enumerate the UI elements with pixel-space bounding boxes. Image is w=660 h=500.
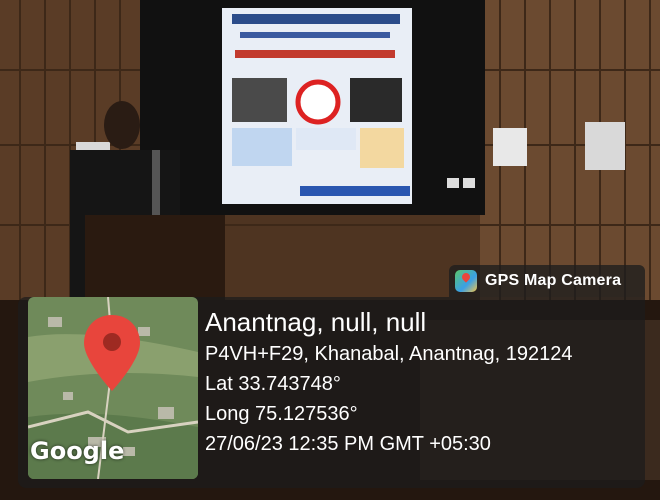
longitude: Long 75.127536° xyxy=(205,403,358,425)
gps-map-camera-icon xyxy=(455,270,477,292)
latitude: Lat 33.743748° xyxy=(205,373,341,395)
gps-map-camera-badge: GPS Map Camera xyxy=(449,265,645,297)
place-name: Anantnag, null, null xyxy=(205,307,427,337)
datetime: 27/06/23 12:35 PM GMT +05:30 xyxy=(205,433,491,455)
google-attribution: Google xyxy=(30,437,125,465)
map-thumbnail: Google xyxy=(28,297,198,479)
badge-label: GPS Map Camera xyxy=(485,272,622,289)
location-details: Anantnag, null, null P4VH+F29, Khanabal,… xyxy=(205,305,573,459)
address: P4VH+F29, Khanabal, Anantnag, 192124 xyxy=(205,343,573,365)
location-info-panel: Google Anantnag, null, null P4VH+F29, Kh… xyxy=(18,297,645,488)
